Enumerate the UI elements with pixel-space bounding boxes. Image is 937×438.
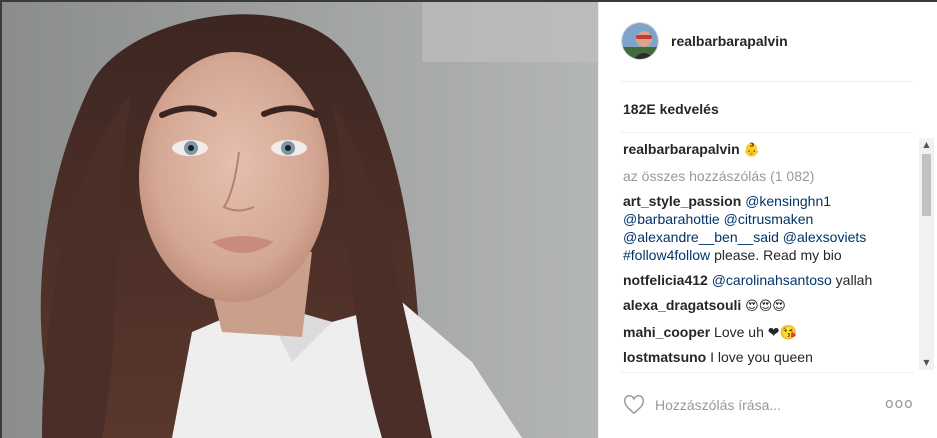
comment-item: alexa_dragatsouli 😍😍😍 (623, 296, 915, 316)
more-options-icon[interactable]: ooo (885, 396, 914, 412)
caption-username[interactable]: realbarbarapalvin (623, 141, 740, 157)
comment-username[interactable]: alexa_dragatsouli (623, 297, 741, 313)
comment-mention[interactable]: @alexandre__ben__said (623, 229, 779, 245)
scroll-thumb[interactable] (922, 154, 931, 216)
likes-divider (621, 132, 913, 133)
comment-item: lostmatsuno I love you queen (623, 348, 915, 366)
comment-item: notfelicia412 @carolinahsantoso yallah (623, 271, 915, 289)
avatar[interactable] (621, 22, 659, 60)
comment-item: art_style_passion @kensinghn1 @barbaraho… (623, 192, 915, 264)
like-heart-svg (624, 395, 644, 415)
comment-text: please. Read my bio (714, 247, 842, 263)
comment-mention[interactable]: @alexsoviets (783, 229, 866, 245)
caption-emoji: 👶 (743, 143, 760, 158)
scroll-up-arrow-icon[interactable]: ▲ (919, 138, 934, 152)
comment-username[interactable]: mahi_cooper (623, 324, 710, 340)
post-author-username[interactable]: realbarbarapalvin (671, 33, 788, 49)
post-header: realbarbarapalvin (599, 2, 934, 82)
comment-text: 😍😍😍 (745, 299, 786, 314)
post-caption: realbarbarapalvin 👶 (623, 140, 915, 160)
selfie-image (2, 2, 598, 438)
comment-hashtag[interactable]: #follow4follow (623, 247, 710, 263)
heart-icon[interactable] (623, 394, 645, 416)
likes-count[interactable]: 182E kedvelés (623, 101, 719, 117)
comment-username[interactable]: notfelicia412 (623, 272, 708, 288)
scroll-down-arrow-icon[interactable]: ▼ (919, 356, 934, 370)
comments-list: realbarbarapalvin 👶 az összes hozzászólá… (623, 140, 915, 368)
comment-input[interactable] (655, 392, 865, 418)
comment-username[interactable]: art_style_passion (623, 193, 741, 209)
footer-divider (621, 372, 913, 373)
comment-mention[interactable]: @barbarahottie (623, 211, 720, 227)
comment-mention[interactable]: @citrusmaken (724, 211, 814, 227)
avatar-image (622, 23, 658, 59)
comment-username[interactable]: lostmatsuno (623, 349, 706, 365)
comment-text: I love you queen (710, 349, 813, 365)
comments-scrollbar[interactable]: ▲ ▼ (919, 138, 934, 370)
comment-item: mahi_cooper Love uh ❤😘 (623, 323, 915, 341)
view-all-comments-link[interactable]: az összes hozzászólás (1 082) (623, 167, 915, 185)
post-photo[interactable] (2, 2, 598, 438)
comment-text: Love uh ❤😘 (714, 324, 797, 340)
header-divider (621, 81, 913, 82)
post-details-panel: realbarbarapalvin 182E kedvelés realbarb… (598, 2, 937, 438)
comment-mention[interactable]: @kensinghn1 (745, 193, 831, 209)
comment-text: yallah (835, 272, 873, 288)
comment-mention[interactable]: @carolinahsantoso (712, 272, 832, 288)
